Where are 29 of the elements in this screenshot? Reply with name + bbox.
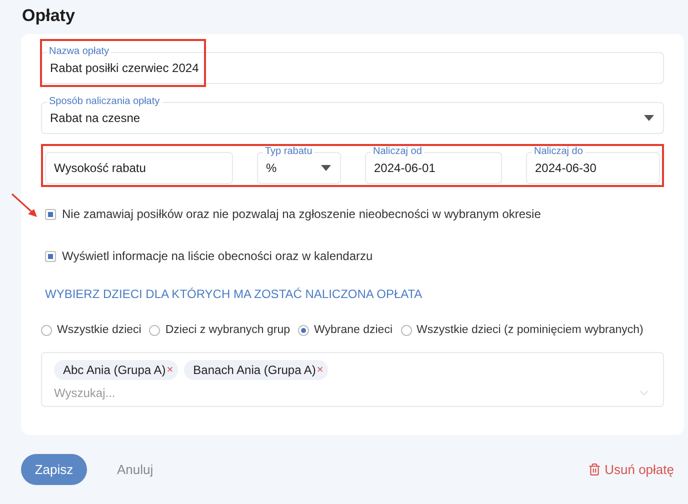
radio-label: Wybrane dzieci: [314, 324, 393, 336]
caret-icon: [321, 165, 331, 171]
section-heading: WYBIERZ DZIECI DLA KTÓRYCH MA ZOSTAĆ NALICZONA OPŁATA: [44, 287, 424, 301]
radio-button[interactable]: [41, 324, 52, 336]
radio-button[interactable]: [149, 324, 160, 336]
field-label: Typ rabatu: [263, 146, 314, 158]
checkbox-label: Nie zamawiaj posiłków oraz nie pozwalaj na zgłoszenie nieobecności w wybranym okresie: [62, 207, 541, 221]
checkbox-label: Wyświetl informacje na liście obecności oraz w kalendarzu: [62, 249, 373, 263]
input-field[interactable]: Wysokość rabatu: [45, 152, 233, 184]
delete-button[interactable]: Usuń opłatę: [582, 461, 680, 478]
field-label: Naliczaj od: [371, 146, 424, 158]
radio-label: Wszystkie dzieci: [57, 324, 142, 336]
field-label: Sposób naliczania opłaty: [47, 96, 162, 108]
radio-button[interactable]: [400, 324, 412, 336]
page-title: Opłaty: [21, 5, 76, 27]
trash-icon: [588, 463, 601, 476]
radio-label: Dzieci z wybranych grup: [165, 324, 290, 336]
save-button[interactable]: Zapisz: [21, 454, 87, 485]
search-field[interactable]: Wyszukaj...: [54, 386, 637, 400]
tag-label: Abc Ania (Grupa A): [63, 363, 166, 377]
field-label: Naliczaj do: [532, 146, 585, 158]
field-label: Nazwa opłaty: [47, 46, 112, 58]
caret-icon: [644, 115, 654, 121]
radio-label: Wszystkie dzieci (z pominięciem wybranych): [416, 324, 644, 336]
radio-button[interactable]: [298, 324, 309, 336]
checkbox[interactable]: [45, 250, 56, 262]
checkbox[interactable]: [45, 208, 56, 220]
tag-label: Banach Ania (Grupa A): [193, 363, 316, 377]
children-multiselect[interactable]: Abc Ania (Grupa A)× Banach Ania (Grupa A)× Wyszukaj...: [41, 352, 664, 407]
